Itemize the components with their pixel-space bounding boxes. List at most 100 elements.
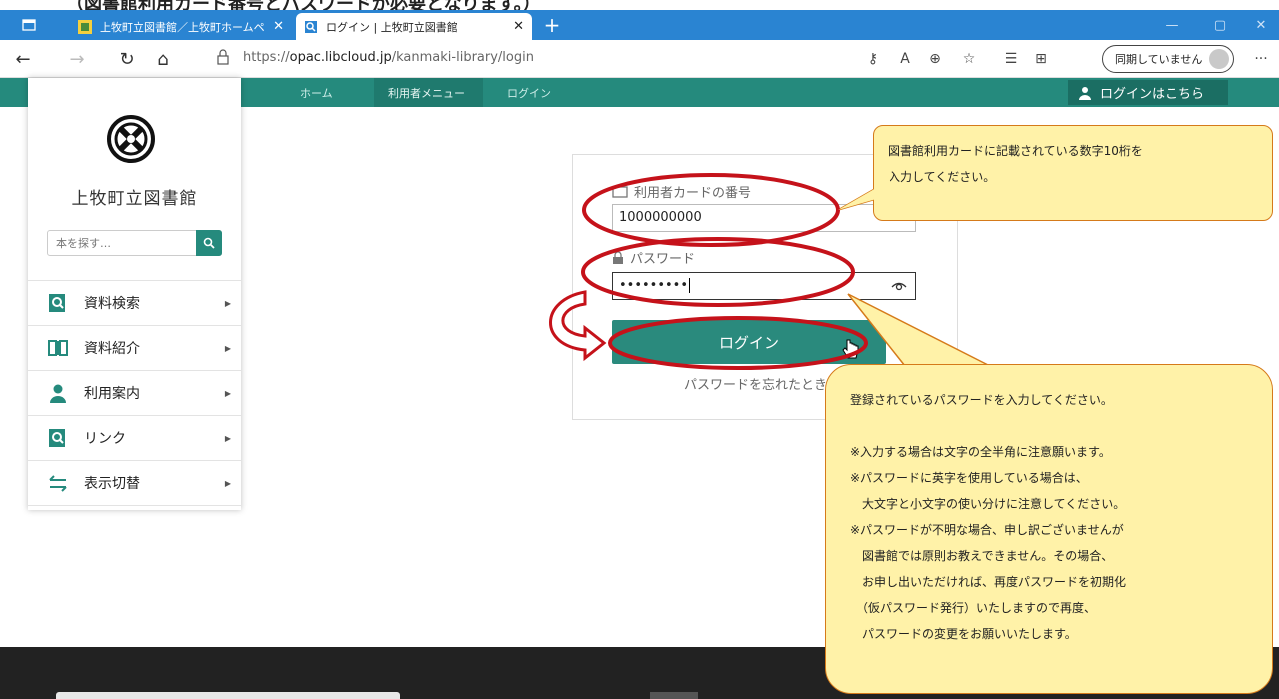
sidebar-item-guide[interactable]: 利用案内 ▶ xyxy=(28,370,241,415)
callout-text: 入力してください。 xyxy=(888,170,996,184)
card-icon xyxy=(612,185,628,198)
sidebar-item-display[interactable]: 表示切替 ▶ xyxy=(28,460,241,505)
tab-library-home[interactable]: 上牧町立図書館／上牧町ホームペ ✕ xyxy=(70,13,292,40)
callout-text: 図書館利用カードに記載されている数字10桁を xyxy=(888,144,1143,158)
callout-text: （仮パスワード発行）いたしますので再度、 xyxy=(850,601,1097,615)
sidebar-item-label: 資料検索 xyxy=(84,296,140,312)
library-emblem-logo xyxy=(107,115,155,163)
callout-text: ※入力する場合は文字の全半角に注意願います。 xyxy=(850,445,1111,459)
book-search-input[interactable] xyxy=(48,231,196,255)
search-book-icon xyxy=(49,294,65,312)
avatar xyxy=(1209,49,1229,69)
callout-text: 大文字と小文字の使い分けに注意してください。 xyxy=(850,497,1126,511)
show-password-eye-icon[interactable] xyxy=(891,278,907,294)
sidebar-item-label: 表示切替 xyxy=(84,476,140,492)
key-icon[interactable]: ⚷ xyxy=(862,48,884,70)
footer-panel-small xyxy=(650,692,698,699)
callout-text xyxy=(850,413,1248,439)
tab-actions-icon[interactable] xyxy=(14,10,44,40)
callout-card-number: 図書館利用カードに記載されている数字10桁を 入力してください。 xyxy=(873,125,1273,221)
login-link-button[interactable]: ログインはこちら xyxy=(1068,80,1228,105)
callout-text: お申し出いただければ、再度パスワードを初期化 xyxy=(850,575,1127,589)
tab-title: ログイン | 上牧町立図書館 xyxy=(326,20,458,34)
sidebar-menu-end-divider xyxy=(28,505,241,506)
search-icon xyxy=(203,237,215,249)
breadcrumb-label: 利用者メニュー xyxy=(388,86,465,100)
breadcrumb-label: ログイン xyxy=(507,86,551,100)
window-close-icon[interactable]: ✕ xyxy=(1243,10,1279,40)
sidebar: 上牧町立図書館 資料検索 ▶ 資料紹介 ▶ 利用案内 ▶ xyxy=(28,78,241,510)
lock-icon[interactable] xyxy=(216,49,230,65)
caret-right-icon: ▶ xyxy=(224,478,231,488)
forgot-password-link[interactable]: パスワードを忘れたとき xyxy=(684,374,827,393)
url-path: /kanmaki-library/login xyxy=(391,50,534,65)
password-field[interactable]: ••••••••• xyxy=(612,272,916,300)
screenshot-root: （図書館利用カード番号とパスワードが必要となります。） 上牧町立図書館／上牧町ホ… xyxy=(0,0,1279,699)
card-number-label-text: 利用者カードの番号 xyxy=(634,186,752,201)
login-link-label: ログインはこちら xyxy=(1100,87,1205,102)
document-heading: （図書館利用カード番号とパスワードが必要となります。） xyxy=(0,0,1279,10)
book-search xyxy=(47,230,222,256)
sidebar-item-label: 利用案内 xyxy=(84,386,140,402)
callout-text: 図書館では原則お教えできません。その場合、 xyxy=(850,549,1114,563)
close-icon[interactable]: ✕ xyxy=(513,19,524,34)
callout-card-tail-cover xyxy=(838,180,890,210)
caret-right-icon: ▶ xyxy=(224,298,231,308)
zoom-icon[interactable]: ⊕ xyxy=(924,48,946,70)
breadcrumb-home[interactable]: ホーム xyxy=(300,78,333,107)
link-search-icon xyxy=(49,429,65,447)
browser-tab-bar: 上牧町立図書館／上牧町ホームペ ✕ ログイン | 上牧町立図書館 ✕ — ▢ ✕ xyxy=(0,10,1279,40)
more-icon[interactable]: ··· xyxy=(1250,48,1272,70)
card-number-value: 1000000000 xyxy=(619,210,702,225)
card-number-label: 利用者カードの番号 xyxy=(612,182,751,201)
library-name: 上牧町立図書館 xyxy=(71,189,198,209)
search-book-icon xyxy=(305,20,317,33)
home-icon[interactable]: ⌂ xyxy=(150,46,176,72)
sidebar-item-label: 資料紹介 xyxy=(84,341,140,357)
address-bar: ← → ↻ ⌂ https://opac.libcloud.jp/kanmaki… xyxy=(0,40,1279,78)
person-icon xyxy=(50,384,66,403)
sync-status-button[interactable]: 同期していません xyxy=(1102,45,1234,73)
tab-login[interactable]: ログイン | 上牧町立図書館 ✕ xyxy=(296,13,532,40)
swap-arrows-icon xyxy=(49,475,67,492)
sidebar-item-label: リンク xyxy=(84,431,126,447)
favorite-icon[interactable]: ☆ xyxy=(958,48,980,70)
read-aloud-icon[interactable]: A xyxy=(894,48,916,70)
maximize-icon[interactable]: ▢ xyxy=(1202,10,1238,40)
tab-title: 上牧町立図書館／上牧町ホームペ xyxy=(100,20,265,34)
breadcrumb-label: ホーム xyxy=(300,86,333,100)
callout-text: ※パスワードが不明な場合、申し訳ございませんが xyxy=(850,523,1124,537)
reload-icon[interactable]: ↻ xyxy=(114,46,140,72)
sidebar-menu: 資料検索 ▶ 資料紹介 ▶ 利用案内 ▶ リンク ▶ 表示切替 ▶ xyxy=(28,280,241,506)
url-text[interactable]: https://opac.libcloud.jp/kanmaki-library… xyxy=(243,50,534,65)
collections-icon[interactable]: ⊞ xyxy=(1030,48,1052,70)
footer-panel xyxy=(56,692,400,699)
minimize-icon[interactable]: — xyxy=(1154,10,1190,40)
sidebar-item-intro[interactable]: 資料紹介 ▶ xyxy=(28,325,241,370)
caret-right-icon: ▶ xyxy=(224,388,231,398)
library-favicon-icon xyxy=(78,19,92,34)
url-host: opac.libcloud.jp xyxy=(289,50,392,65)
close-icon[interactable]: ✕ xyxy=(273,19,284,34)
password-value: ••••••••• xyxy=(619,278,689,293)
caret-right-icon: ▶ xyxy=(224,433,231,443)
favorites-list-icon[interactable]: ☰ xyxy=(1000,48,1022,70)
hand-pointer-cursor-icon xyxy=(842,339,859,359)
lock-icon xyxy=(613,250,623,264)
forward-icon[interactable]: → xyxy=(64,46,90,72)
password-label-text: パスワード xyxy=(630,252,696,267)
callout-password: 登録されているパスワードを入力してください。 ※入力する場合は文字の全半角に注意… xyxy=(825,364,1273,694)
sidebar-item-links[interactable]: リンク ▶ xyxy=(28,415,241,460)
login-button-label: ログイン xyxy=(718,333,779,352)
back-icon[interactable]: ← xyxy=(10,46,36,72)
text-cursor xyxy=(689,278,691,293)
caret-right-icon: ▶ xyxy=(224,343,231,353)
book-search-button[interactable] xyxy=(196,230,222,256)
breadcrumb-user-menu[interactable]: 利用者メニュー xyxy=(374,78,483,107)
person-icon xyxy=(1079,86,1091,100)
callout-text: 登録されているパスワードを入力してください。 xyxy=(850,393,1113,407)
document-heading-text: （図書館利用カード番号とパスワードが必要となります。） xyxy=(66,0,541,10)
new-tab-button[interactable]: + xyxy=(538,10,566,40)
sidebar-item-search[interactable]: 資料検索 ▶ xyxy=(28,280,241,325)
password-label: パスワード xyxy=(612,248,695,267)
